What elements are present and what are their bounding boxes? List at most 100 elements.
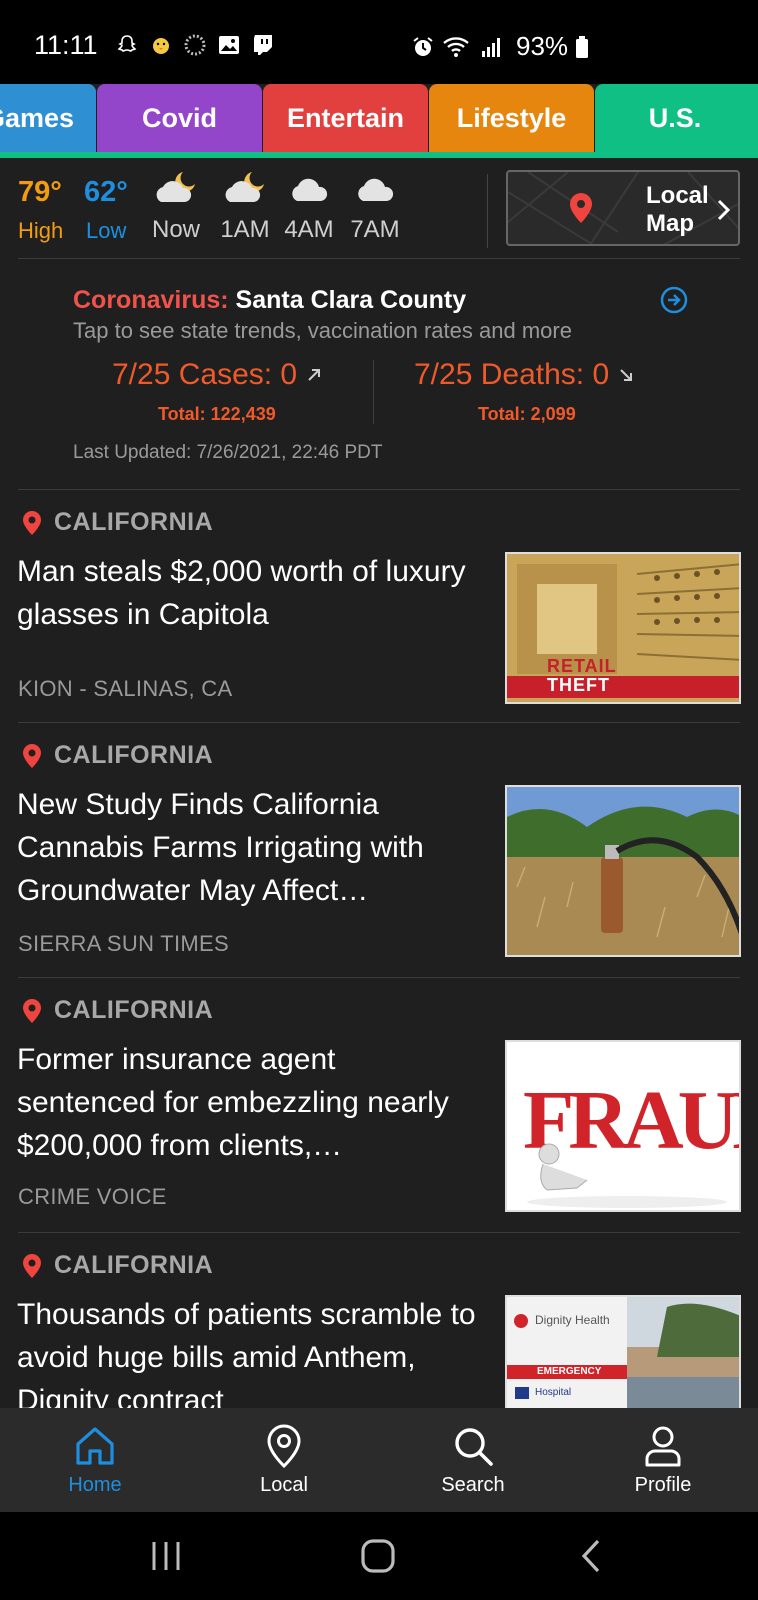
tab-entertain[interactable]: Entertain bbox=[263, 84, 428, 152]
thumb-text: THEFT bbox=[547, 675, 610, 695]
signal-icon bbox=[478, 34, 504, 60]
weather-bar[interactable]: 79° High 62° Low Now 1AM 4AM 7AM Local M… bbox=[0, 168, 758, 260]
bottom-navigation: Home Local Search Profile bbox=[0, 1408, 758, 1512]
back-icon[interactable] bbox=[572, 1536, 612, 1576]
battery-percent: 93% bbox=[516, 31, 569, 61]
tab-us[interactable]: U.S. bbox=[595, 84, 758, 152]
news-headline[interactable]: Man steals $2,000 worth of luxury glasse… bbox=[17, 550, 477, 636]
covid-county: Santa Clara County bbox=[235, 286, 467, 314]
thumb-text: RETAIL bbox=[547, 656, 617, 676]
nav-label: Home bbox=[68, 1474, 122, 1496]
forecast-4am: 4AM bbox=[274, 168, 344, 244]
location-pin-icon bbox=[23, 743, 41, 768]
tab-label: Lifestyle bbox=[456, 102, 567, 133]
news-item[interactable]: CALIFORNIA Man steals $2,000 worth of lu… bbox=[0, 490, 758, 722]
nav-local[interactable]: Local bbox=[209, 1408, 359, 1512]
well-pump-image bbox=[507, 787, 739, 955]
status-time: 11:11 bbox=[34, 30, 98, 60]
nav-profile[interactable]: Profile bbox=[588, 1408, 738, 1512]
nav-search[interactable]: Search bbox=[398, 1408, 548, 1512]
twitch-icon bbox=[250, 32, 276, 58]
covid-title: Coronavirus: Santa Clara County bbox=[73, 286, 466, 315]
figure-image bbox=[527, 1143, 727, 1208]
cases-stat: 7/25 Cases: 0 bbox=[112, 358, 323, 392]
news-category: CALIFORNIA bbox=[22, 741, 213, 770]
news-headline[interactable]: Thousands of patients scramble to avoid … bbox=[17, 1293, 477, 1408]
retail-theft-image bbox=[507, 554, 739, 702]
category-label: CALIFORNIA bbox=[54, 508, 214, 536]
tab-label: Covid bbox=[141, 102, 217, 133]
nav-label: Profile bbox=[634, 1474, 692, 1496]
chevron-right-icon bbox=[717, 199, 731, 221]
forecast-now: Now bbox=[141, 168, 211, 244]
news-item[interactable]: CALIFORNIA Former insurance agent senten… bbox=[0, 978, 758, 1232]
local-map-line2: Map bbox=[646, 210, 694, 237]
wifi-icon bbox=[442, 34, 472, 60]
system-status-icons: 93% bbox=[410, 31, 590, 62]
home-button-icon[interactable] bbox=[358, 1536, 398, 1576]
news-headline[interactable]: New Study Finds California Cannabis Farm… bbox=[17, 783, 477, 912]
weather-divider bbox=[487, 174, 488, 248]
news-category: CALIFORNIA bbox=[22, 996, 213, 1025]
cases-value: 7/25 Cases: 0 bbox=[112, 358, 298, 391]
cases-total: Total: 122,439 bbox=[158, 404, 276, 424]
news-source: KION - SALINAS, CA bbox=[18, 676, 233, 701]
news-source: SIERRA SUN TIMES bbox=[18, 931, 229, 956]
deaths-stat: 7/25 Deaths: 0 bbox=[414, 358, 635, 392]
thumb-text: Hospital bbox=[535, 1387, 572, 1398]
news-source: CRIME VOICE bbox=[18, 1184, 167, 1209]
forecast-1am: 1AM bbox=[210, 168, 280, 244]
arrow-right-circle-icon[interactable] bbox=[660, 286, 688, 314]
thumb-text: EMERGENCY bbox=[537, 1366, 602, 1377]
news-headline[interactable]: Former insurance agent sentenced for emb… bbox=[17, 1038, 477, 1167]
partly-cloudy-night-icon bbox=[222, 168, 268, 208]
news-thumbnail-well-pump[interactable] bbox=[505, 785, 741, 957]
tab-indicator bbox=[0, 152, 758, 158]
news-thumbnail-fraud[interactable]: FRAUD bbox=[505, 1040, 741, 1212]
news-item[interactable]: CALIFORNIA New Study Finds California Ca… bbox=[0, 723, 758, 977]
tab-lifestyle[interactable]: Lifestyle bbox=[429, 84, 594, 152]
tab-covid[interactable]: Covid bbox=[97, 84, 262, 152]
news-item[interactable]: CALIFORNIA Thousands of patients scrambl… bbox=[0, 1233, 758, 1408]
covid-prefix: Coronavirus: bbox=[73, 286, 229, 314]
search-icon bbox=[451, 1422, 495, 1470]
deaths-value: 7/25 Deaths: 0 bbox=[414, 358, 610, 391]
battery-icon bbox=[574, 34, 590, 60]
local-map-button[interactable]: Local Map bbox=[506, 170, 740, 246]
profile-icon bbox=[643, 1422, 683, 1470]
location-pin-icon bbox=[570, 193, 592, 223]
local-map-label: Local Map bbox=[646, 182, 709, 238]
covid-card[interactable]: Coronavirus: Santa Clara County Tap to s… bbox=[0, 280, 758, 480]
covid-updated: Last Updated: 7/26/2021, 22:46 PDT bbox=[73, 442, 383, 463]
status-bar: 11:11 93% bbox=[0, 0, 758, 84]
news-thumbnail-dignity-health[interactable]: Dignity Health EMERGENCY Hospital bbox=[505, 1295, 741, 1408]
news-thumbnail-retail-theft[interactable]: RETAIL THEFT bbox=[505, 552, 741, 704]
gallery-icon bbox=[216, 32, 242, 58]
divider bbox=[18, 258, 740, 259]
location-pin-icon bbox=[23, 510, 41, 535]
chick-icon bbox=[148, 32, 174, 58]
recent-apps-icon[interactable] bbox=[146, 1536, 186, 1576]
system-navigation-bar bbox=[0, 1512, 758, 1600]
location-pin-icon bbox=[23, 998, 41, 1023]
forecast-time: 4AM bbox=[284, 216, 334, 243]
low-label: Low bbox=[86, 218, 127, 243]
category-label: CALIFORNIA bbox=[54, 996, 214, 1024]
high-label: High bbox=[18, 218, 64, 243]
forecast-time: Now bbox=[151, 216, 200, 243]
category-tabs: Games Covid Entertain Lifestyle U.S. bbox=[0, 84, 758, 158]
forecast-time: 7AM bbox=[350, 216, 400, 243]
alarm-icon bbox=[410, 34, 436, 60]
nav-home[interactable]: Home bbox=[20, 1408, 170, 1512]
news-category: CALIFORNIA bbox=[22, 508, 213, 537]
category-label: CALIFORNIA bbox=[54, 1251, 214, 1279]
trend-up-icon bbox=[308, 369, 321, 381]
cloud-icon bbox=[355, 168, 395, 208]
home-icon bbox=[73, 1422, 117, 1470]
stat-divider bbox=[373, 360, 374, 424]
cloud-icon bbox=[289, 168, 329, 208]
forecast-time: 1AM bbox=[220, 216, 270, 243]
location-pin-icon bbox=[23, 1253, 41, 1278]
tab-games[interactable]: Games bbox=[0, 84, 96, 152]
low-temp: 62° bbox=[84, 176, 128, 208]
